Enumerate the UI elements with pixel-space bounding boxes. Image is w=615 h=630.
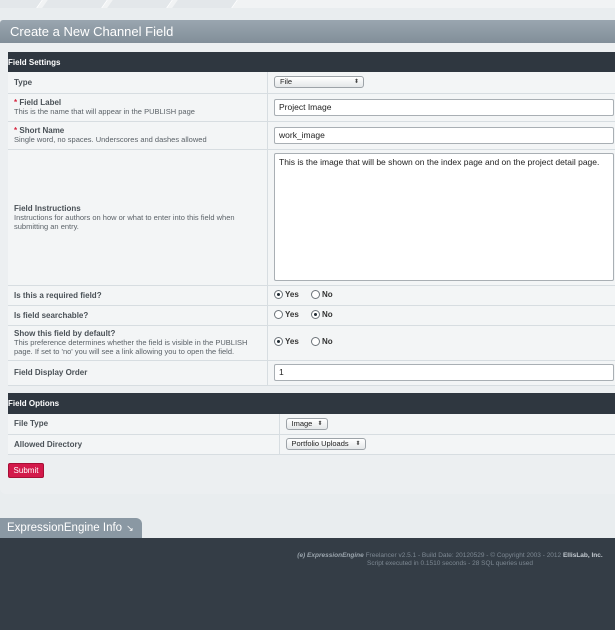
type-row: Type File ⬍ bbox=[8, 72, 615, 94]
updown-arrows-icon: ⬍ bbox=[355, 441, 361, 447]
allowed-directory-row: Allowed Directory Portfolio Uploads ⬍ bbox=[8, 434, 615, 455]
section-header: Field Settings bbox=[8, 52, 615, 72]
required-yes-radio[interactable]: Yes bbox=[274, 289, 299, 299]
searchable-label: Is field searchable? bbox=[14, 310, 89, 320]
top-nav-strip bbox=[0, 0, 615, 8]
updown-arrows-icon: ⬍ bbox=[353, 79, 359, 86]
allowed-directory-label: Allowed Directory bbox=[14, 439, 83, 449]
credits: (e) ExpressionEngine Freelancer v2.5.1 -… bbox=[285, 552, 615, 568]
file-type-row: File Type Image ⬍ bbox=[8, 414, 615, 435]
searchable-no-radio[interactable]: No bbox=[311, 309, 333, 319]
searchable-yes-radio[interactable]: Yes bbox=[274, 309, 299, 319]
channel-field-panel: Create a New Channel Field Field Setting… bbox=[0, 20, 615, 494]
file-type-select[interactable]: Image ⬍ bbox=[285, 417, 328, 430]
field-label-label: Field Label bbox=[19, 98, 62, 107]
show-default-help: This preference determines whether the f… bbox=[14, 338, 248, 356]
nav-tab[interactable] bbox=[107, 0, 173, 8]
show-default-row: Show this field by default? This prefere… bbox=[8, 325, 615, 361]
field-settings-table: Field Settings Type File ⬍ * Field Label… bbox=[8, 52, 615, 386]
page-title: Create a New Channel Field bbox=[0, 20, 615, 43]
script-time: Script executed in 0.1510 seconds - 28 S… bbox=[367, 560, 533, 567]
company-link[interactable]: EllisLab, Inc. bbox=[563, 552, 603, 559]
short-name-help: Single word, no spaces. Underscores and … bbox=[14, 135, 207, 144]
type-label: Type bbox=[14, 77, 33, 87]
arrow-down-right-icon: ↘ bbox=[126, 523, 134, 533]
footer: (e) ExpressionEngine Freelancer v2.5.1 -… bbox=[0, 538, 615, 630]
show-default-label: Show this field by default? bbox=[14, 329, 116, 338]
instructions-help: Instructions for authors on how or what … bbox=[14, 212, 235, 231]
nav-tab[interactable] bbox=[0, 0, 43, 8]
nav-tab[interactable] bbox=[172, 0, 238, 8]
field-options-table: Field Options File Type Image ⬍ Allowed … bbox=[8, 393, 615, 455]
ee-info-tab[interactable]: ExpressionEngine Info ↘ bbox=[0, 518, 142, 538]
section-header: Field Options bbox=[8, 393, 615, 414]
allowed-directory-select[interactable]: Portfolio Uploads ⬍ bbox=[285, 438, 366, 450]
required-mark: * bbox=[14, 98, 18, 107]
field-label-row: * Field Label This is the name that will… bbox=[8, 93, 615, 122]
logo-text: ExpressionEngine bbox=[307, 552, 364, 559]
short-name-label: Short Name bbox=[19, 126, 65, 135]
version-text: Freelancer v2.5.1 - Build Date: 20120529… bbox=[365, 552, 562, 559]
searchable-row: Is field searchable? Yes No bbox=[8, 305, 615, 326]
show-default-no-radio[interactable]: No bbox=[311, 337, 333, 346]
show-default-yes-radio[interactable]: Yes bbox=[274, 337, 299, 346]
instructions-textarea[interactable]: This is the image that will be shown on … bbox=[274, 153, 614, 281]
submit-button[interactable]: Submit bbox=[8, 463, 44, 478]
display-order-input[interactable]: 1 bbox=[274, 364, 614, 381]
updown-arrows-icon: ⬍ bbox=[317, 420, 323, 427]
required-mark: * bbox=[14, 126, 18, 135]
required-no-radio[interactable]: No bbox=[311, 289, 333, 299]
ee-logo-icon: (e) bbox=[297, 552, 306, 559]
instructions-row: Field Instructions Instructions for auth… bbox=[8, 149, 615, 286]
instructions-label: Field Instructions bbox=[14, 203, 81, 213]
short-name-row: * Short Name Single word, no spaces. Und… bbox=[8, 121, 615, 150]
display-order-label: Field Display Order bbox=[14, 368, 88, 377]
type-select[interactable]: File ⬍ bbox=[274, 76, 364, 89]
display-order-row: Field Display Order 1 bbox=[8, 360, 615, 386]
file-type-label: File Type bbox=[14, 419, 49, 429]
nav-tab[interactable] bbox=[42, 0, 108, 8]
short-name-input[interactable]: work_image bbox=[274, 126, 614, 144]
required-row: Is this a required field? Yes No bbox=[8, 285, 615, 306]
required-label: Is this a required field? bbox=[14, 290, 102, 300]
field-label-input[interactable]: Project Image bbox=[274, 98, 614, 116]
field-label-help: This is the name that will appear in the… bbox=[14, 107, 195, 116]
